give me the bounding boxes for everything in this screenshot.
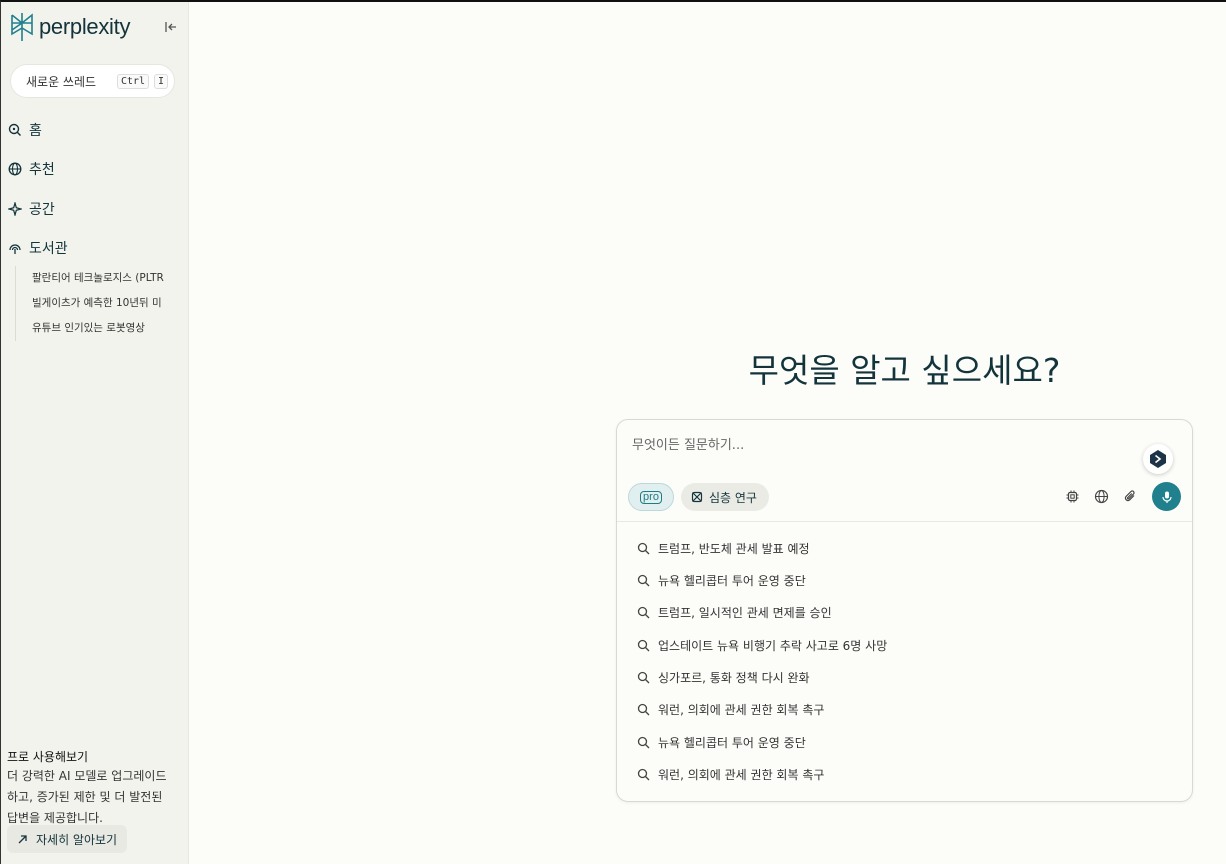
promo-text: 더 강력한 AI 모델로 업그레이드하고, 증가된 제한 및 더 발전된 답변을…: [7, 769, 167, 825]
sidebar-item-library[interactable]: 도서관: [8, 238, 68, 258]
search-icon: [637, 574, 650, 586]
promo-title: 프로 사용해보기: [7, 750, 89, 764]
pro-label: pro: [640, 490, 662, 504]
suggestion-item[interactable]: 뉴욕 헬리콥터 투어 운영 중단: [637, 570, 806, 590]
suggestion-label: 워런, 의회에 관세 권한 회복 촉구: [658, 767, 825, 782]
perplexity-logo-icon: [11, 13, 33, 41]
sidebar-item-label: 도서관: [29, 241, 68, 257]
shortcut-i: I: [154, 74, 169, 89]
sidebar-item-home[interactable]: 홈: [8, 120, 42, 140]
search-icon: [637, 639, 650, 651]
new-thread-button[interactable]: 새로운 쓰레드 Ctrl I: [10, 64, 175, 98]
model-icon: [1150, 450, 1166, 468]
suggestion-label: 업스테이트 뉴욕 비행기 추락 사고로 6명 사망: [658, 638, 888, 653]
search-icon: [637, 768, 650, 780]
search-icon: [637, 606, 650, 618]
suggestion-item[interactable]: 트럼프, 반도체 관세 발표 예정: [637, 538, 810, 558]
cpu-icon[interactable]: [1065, 489, 1080, 504]
sidebar: perplexity 새로운 쓰레드 Ctrl I 홈 추천 공간 도서관 팔란…: [1, 2, 189, 864]
library-icon: [9, 244, 21, 254]
search-panel: 무엇이든 질문하기... pro 심층 연구 트럼프, 반도체 관세 발표 예정…: [616, 419, 1193, 802]
brand-name: perplexity: [39, 14, 131, 39]
suggestion-label: 워런, 의회에 관세 권한 회복 촉구: [658, 702, 825, 717]
suggestion-item[interactable]: 트럼프, 일시적인 관세 면제를 승인: [637, 602, 832, 622]
suggestion-item[interactable]: 업스테이트 뉴욕 비행기 추락 사고로 6명 사망: [637, 635, 887, 655]
suggestion-label: 트럼프, 일시적인 관세 면제를 승인: [658, 605, 832, 620]
suggestion-label: 트럼프, 반도체 관세 발표 예정: [658, 541, 810, 556]
deep-research-button[interactable]: 심층 연구: [681, 483, 769, 511]
globe-icon[interactable]: [1094, 489, 1109, 504]
suggestion-item[interactable]: 워런, 의회에 관세 권한 회복 촉구: [637, 699, 824, 719]
library-thread-item[interactable]: 빌게이츠가 예측한 10년뒤 미: [16, 291, 176, 316]
deep-research-label: 심층 연구: [709, 490, 757, 505]
divider: [617, 521, 1192, 522]
learn-more-label: 자세히 알아보기: [36, 832, 118, 847]
search-icon: [637, 542, 650, 554]
suggestion-item[interactable]: 워런, 의회에 관세 권한 회복 촉구: [637, 764, 824, 784]
pro-toggle[interactable]: pro: [628, 483, 674, 511]
search-icon: [637, 736, 650, 748]
shortcut-ctrl: Ctrl: [117, 74, 150, 89]
sparkle-icon: [8, 202, 22, 216]
deep-research-icon: [691, 491, 703, 503]
collapse-sidebar-icon[interactable]: [163, 19, 179, 35]
sidebar-item-label: 추천: [29, 162, 55, 178]
page-title: 무엇을 알고 싶으세요?: [748, 351, 1061, 390]
model-selector-button[interactable]: [1143, 444, 1173, 474]
sidebar-item-label: 공간: [29, 202, 55, 218]
suggestion-label: 뉴욕 헬리콥터 투어 운영 중단: [658, 735, 806, 750]
learn-more-button[interactable]: 자세히 알아보기: [7, 825, 128, 853]
microphone-icon: [1161, 491, 1172, 503]
voice-input-button[interactable]: [1152, 482, 1181, 511]
library-thread-item[interactable]: 유튜브 인기있는 로봇영상: [16, 316, 176, 341]
perplexity-logo[interactable]: perplexity: [9, 12, 130, 42]
suggestion-label: 싱가포르, 통화 정책 다시 완화: [658, 670, 810, 685]
paperclip-icon[interactable]: [1123, 489, 1138, 504]
sidebar-item-spaces[interactable]: 공간: [8, 199, 55, 219]
search-icon: [8, 123, 21, 136]
arrow-up-right-icon: [18, 834, 27, 843]
search-input[interactable]: 무엇이든 질문하기...: [632, 434, 744, 453]
new-thread-label: 새로운 쓰레드: [26, 74, 97, 89]
sidebar-item-discover[interactable]: 추천: [8, 159, 55, 179]
sidebar-item-label: 홈: [29, 123, 42, 139]
suggestion-item[interactable]: 뉴욕 헬리콥터 투어 운영 중단: [637, 732, 806, 752]
library-thread-list: 팔란티어 테크놀로지스 (PLTR 빌게이츠가 예측한 10년뒤 미 유튜브 인…: [15, 266, 185, 341]
search-icon: [637, 703, 650, 715]
library-thread-item[interactable]: 팔란티어 테크놀로지스 (PLTR: [16, 266, 176, 291]
globe-icon: [8, 162, 22, 176]
search-icon: [637, 671, 650, 683]
suggestion-item[interactable]: 싱가포르, 통화 정책 다시 완화: [637, 667, 810, 687]
suggestion-label: 뉴욕 헬리콥터 투어 운영 중단: [658, 573, 806, 588]
